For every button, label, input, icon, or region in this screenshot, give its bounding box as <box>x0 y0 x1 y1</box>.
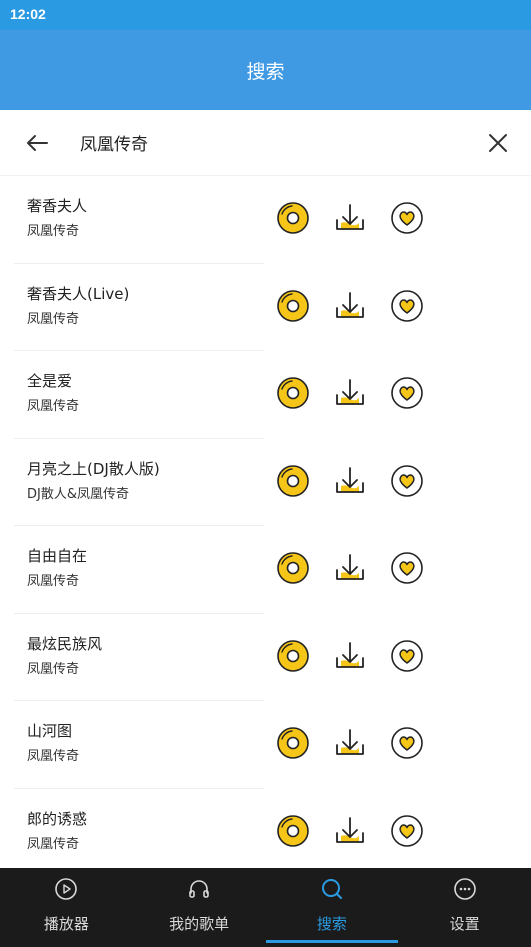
play-disc-icon[interactable] <box>275 375 311 411</box>
download-icon[interactable] <box>332 463 368 499</box>
song-row[interactable]: 最炫民族风 凤凰传奇 <box>0 614 531 701</box>
clear-search-button[interactable] <box>485 130 511 156</box>
heart-favorite-icon[interactable] <box>389 463 425 499</box>
page-title: 搜索 <box>246 60 285 83</box>
play-disc-icon[interactable] <box>275 463 311 499</box>
song-title: 奢香夫人 <box>27 197 88 215</box>
status-time: 12:02 <box>10 6 46 22</box>
song-actions <box>275 200 425 236</box>
app-bar: 搜索 <box>0 30 531 110</box>
play-disc-icon[interactable] <box>275 200 311 236</box>
song-row[interactable]: 全是爱 凤凰传奇 <box>0 351 531 439</box>
close-icon <box>489 133 507 152</box>
song-row[interactable]: 山河图 凤凰传奇 <box>0 701 531 789</box>
song-actions <box>275 463 425 499</box>
heart-favorite-icon[interactable] <box>389 550 425 586</box>
song-title: 自由自在 <box>27 547 88 565</box>
download-icon[interactable] <box>332 375 368 411</box>
nav-label: 搜索 <box>316 915 347 933</box>
download-icon[interactable] <box>332 550 368 586</box>
status-bar: 12:02 <box>0 0 531 30</box>
song-actions <box>275 725 425 761</box>
nav-item-player[interactable]: 播放器 <box>0 868 133 947</box>
song-artist: 凤凰传奇 <box>27 224 80 239</box>
song-info[interactable]: 奢香夫人(Live) 凤凰传奇 <box>14 264 264 351</box>
play-disc-icon[interactable] <box>275 288 311 324</box>
play-disc-icon[interactable] <box>275 725 311 761</box>
song-artist: 凤凰传奇 <box>27 749 80 764</box>
song-actions <box>275 288 425 324</box>
song-actions <box>275 550 425 586</box>
song-artist: 凤凰传奇 <box>27 836 80 852</box>
play-disc-icon[interactable] <box>275 638 311 674</box>
song-title: 全是爱 <box>27 372 73 390</box>
arrow-left-icon <box>27 134 48 151</box>
song-info[interactable]: 全是爱 凤凰传奇 <box>14 351 264 439</box>
heart-favorite-icon[interactable] <box>389 375 425 411</box>
nav-label: 我的歌单 <box>169 915 230 933</box>
heart-favorite-icon[interactable] <box>389 725 425 761</box>
nav-item-my-playlists[interactable]: 我的歌单 <box>133 868 266 947</box>
search-input[interactable]: 凤凰传奇 <box>80 130 485 155</box>
nav-label: 设置 <box>449 915 480 933</box>
song-artist: 凤凰传奇 <box>27 574 80 589</box>
download-icon[interactable] <box>332 813 368 849</box>
song-row[interactable]: 奢香夫人(Live) 凤凰传奇 <box>0 264 531 351</box>
song-title: 最炫民族风 <box>27 634 103 653</box>
song-info[interactable]: 山河图 凤凰传奇 <box>14 701 264 789</box>
download-icon[interactable] <box>332 725 368 761</box>
song-artist: DJ散人&凤凰传奇 <box>27 486 129 502</box>
more-circle-icon <box>453 878 476 900</box>
song-row[interactable]: 奢香夫人 凤凰传奇 <box>0 176 531 264</box>
heart-favorite-icon[interactable] <box>389 813 425 849</box>
song-title: 郎的诱惑 <box>27 809 88 828</box>
song-artist: 凤凰传奇 <box>27 661 80 677</box>
search-icon <box>321 879 342 899</box>
song-title: 月亮之上(DJ散人版) <box>27 459 160 478</box>
song-row[interactable]: 自由自在 凤凰传奇 <box>0 526 531 614</box>
nav-item-settings[interactable]: 设置 <box>398 868 531 947</box>
song-actions <box>275 638 425 674</box>
download-icon[interactable] <box>332 288 368 324</box>
song-info[interactable]: 自由自在 凤凰传奇 <box>14 526 264 614</box>
search-bar: 凤凰传奇 <box>0 110 531 176</box>
download-icon[interactable] <box>332 638 368 674</box>
download-icon[interactable] <box>332 200 368 236</box>
nav-item-search[interactable]: 搜索 <box>265 868 399 947</box>
headphones-icon <box>189 880 209 898</box>
song-info[interactable]: 最炫民族风 凤凰传奇 <box>14 614 264 701</box>
play-disc-icon[interactable] <box>275 550 311 586</box>
song-title: 奢香夫人(Live) <box>27 284 130 303</box>
search-result-list[interactable]: 奢香夫人 凤凰传奇 奢香夫人(Live) 凤凰传奇 全是爱 凤凰传奇 月亮之上(… <box>0 176 531 868</box>
heart-favorite-icon[interactable] <box>389 200 425 236</box>
heart-favorite-icon[interactable] <box>389 638 425 674</box>
heart-favorite-icon[interactable] <box>389 288 425 324</box>
song-info[interactable]: 郎的诱惑 凤凰传奇 <box>14 789 264 869</box>
song-info[interactable]: 月亮之上(DJ散人版) DJ散人&凤凰传奇 <box>14 439 264 526</box>
play-circle-icon <box>55 878 78 900</box>
song-row[interactable]: 月亮之上(DJ散人版) DJ散人&凤凰传奇 <box>0 439 531 526</box>
nav-label: 播放器 <box>43 915 89 933</box>
back-button[interactable] <box>24 130 50 156</box>
song-row[interactable]: 郎的诱惑 凤凰传奇 <box>0 789 531 869</box>
song-actions <box>275 813 425 849</box>
song-info[interactable]: 奢香夫人 凤凰传奇 <box>14 176 264 264</box>
bottom-nav: 播放器 我的歌单 搜索 设置 <box>0 868 531 947</box>
song-artist: 凤凰传奇 <box>27 311 80 327</box>
song-actions <box>275 375 425 411</box>
play-disc-icon[interactable] <box>275 813 311 849</box>
song-artist: 凤凰传奇 <box>27 399 80 414</box>
song-title: 山河图 <box>27 722 73 740</box>
